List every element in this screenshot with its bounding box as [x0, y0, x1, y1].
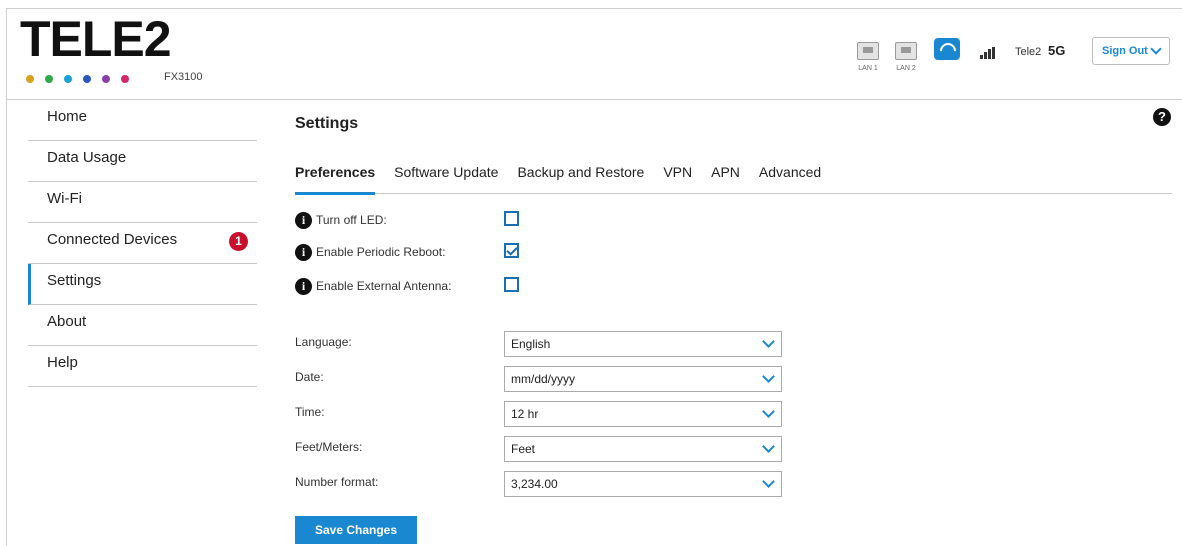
tab-software-update[interactable]: Software Update [394, 162, 517, 194]
number-format-select[interactable]: 3,234.00 [504, 471, 782, 497]
tele2-logo: TELE2 [20, 11, 172, 67]
sidebar-item-connected-devices[interactable]: Connected Devices 1 [28, 223, 257, 264]
sidebar-item-label: About [47, 313, 87, 330]
save-changes-button[interactable]: Save Changes [295, 516, 417, 544]
chevron-down-icon [762, 370, 775, 383]
notification-badge: 1 [229, 232, 248, 251]
sidebar: Home Data Usage Wi-Fi Connected Devices … [28, 100, 257, 387]
signal-strength-icon [980, 47, 995, 59]
logo-dots [26, 75, 129, 83]
option-label: Turn off LED: [316, 213, 387, 227]
number-format-label: Number format: [295, 475, 379, 489]
chevron-down-icon [762, 335, 775, 348]
units-select[interactable]: Feet [504, 436, 782, 462]
periodic-reboot-row: i Enable Periodic Reboot: [295, 243, 445, 261]
select-value: English [511, 337, 551, 351]
language-select[interactable]: English [504, 331, 782, 357]
tab-apn[interactable]: APN [711, 162, 759, 194]
language-label: Language: [295, 335, 352, 349]
external-antenna-checkbox[interactable] [504, 277, 519, 292]
tab-advanced[interactable]: Advanced [759, 162, 840, 194]
sidebar-item-wifi[interactable]: Wi-Fi [28, 182, 257, 223]
turn-off-led-row: i Turn off LED: [295, 211, 387, 229]
date-format-select[interactable]: mm/dd/yyyy [504, 366, 782, 392]
wifi-icon[interactable] [934, 38, 960, 60]
date-label: Date: [295, 370, 324, 384]
logo-dot [26, 75, 34, 83]
sidebar-item-home[interactable]: Home [28, 100, 257, 141]
info-icon[interactable]: i [295, 243, 312, 261]
option-label: Enable Periodic Reboot: [316, 245, 446, 259]
select-value: mm/dd/yyyy [511, 372, 576, 386]
sidebar-item-label: Help [47, 354, 78, 371]
tab-vpn[interactable]: VPN [663, 162, 711, 194]
logo-dot [121, 75, 129, 83]
sidebar-item-label: Settings [47, 272, 102, 289]
logo-dot [45, 75, 53, 83]
lan1-icon [857, 42, 879, 60]
select-value: 12 hr [511, 407, 539, 421]
logo-dot [102, 75, 110, 83]
info-icon[interactable]: i [295, 277, 312, 295]
chevron-down-icon [762, 475, 775, 488]
lan2-label: LAN 2 [896, 65, 916, 72]
sidebar-item-label: Connected Devices [47, 231, 178, 248]
page-title: Settings [295, 115, 359, 132]
info-icon[interactable]: i [295, 211, 312, 229]
sidebar-item-data-usage[interactable]: Data Usage [28, 141, 257, 182]
option-label: Enable External Antenna: [316, 279, 452, 293]
carrier-name: Tele2 [1015, 46, 1042, 58]
periodic-reboot-checkbox[interactable] [504, 243, 519, 258]
sidebar-item-label: Home [47, 108, 88, 125]
header: TELE2 FX3100 [6, 8, 1182, 100]
sidebar-item-label: Data Usage [47, 149, 127, 166]
lan1-label: LAN 1 [858, 65, 878, 72]
settings-tabs: Preferences Software Update Backup and R… [295, 162, 1172, 195]
external-antenna-row: i Enable External Antenna: [295, 277, 451, 295]
feet-meters-label: Feet/Meters: [295, 440, 363, 454]
network-type: 5G [1048, 43, 1066, 58]
tab-preferences[interactable]: Preferences [295, 162, 394, 195]
help-icon[interactable]: ? [1153, 108, 1171, 126]
sidebar-item-about[interactable]: About [28, 305, 257, 346]
sign-out-button[interactable]: Sign Out [1092, 37, 1170, 65]
chevron-down-icon [762, 405, 775, 418]
sidebar-item-settings[interactable]: Settings [28, 264, 257, 305]
logo-dot [64, 75, 72, 83]
sidebar-item-label: Wi-Fi [47, 190, 82, 207]
sidebar-item-help[interactable]: Help [28, 346, 257, 387]
turn-off-led-checkbox[interactable] [504, 211, 519, 226]
sign-out-label: Sign Out [1102, 45, 1148, 57]
time-label: Time: [295, 405, 325, 419]
device-model: FX3100 [164, 71, 203, 83]
lan2-icon [895, 42, 917, 60]
tab-backup-and-restore[interactable]: Backup and Restore [517, 162, 663, 194]
time-format-select[interactable]: 12 hr [504, 401, 782, 427]
logo-dot [83, 75, 91, 83]
select-value: Feet [511, 442, 536, 456]
chevron-down-icon [1150, 43, 1162, 55]
select-value: 3,234.00 [511, 477, 558, 491]
chevron-down-icon [762, 440, 775, 453]
